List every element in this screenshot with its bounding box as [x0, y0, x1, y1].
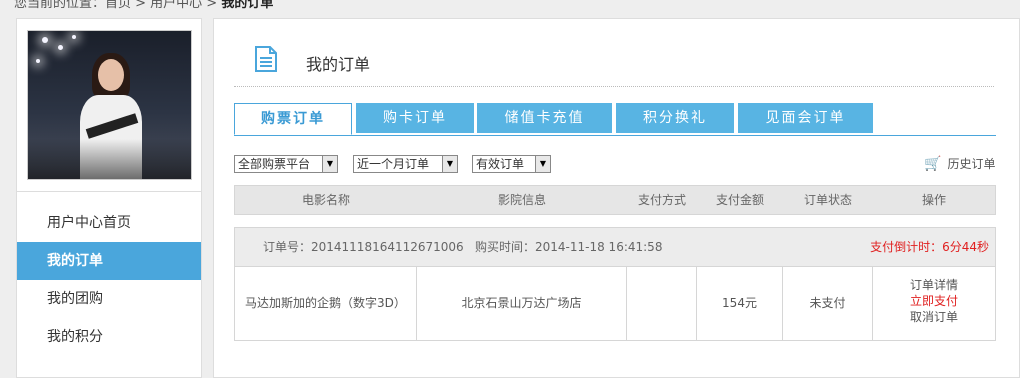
pay-now-link[interactable]: 立即支付 [873, 293, 995, 309]
tab-card-recharge[interactable]: 储值卡充值 [477, 103, 612, 133]
movie-name: 马达加斯加的企鹅（数字3D） [235, 267, 417, 340]
order-tabs: 购票订单 购卡订单 储值卡充值 积分换礼 见面会订单 [234, 103, 996, 136]
order-actions: 订单详情 立即支付 取消订单 [873, 267, 995, 340]
tab-meetup-orders[interactable]: 见面会订单 [738, 103, 873, 133]
avatar[interactable] [27, 30, 192, 180]
tab-points-exchange[interactable]: 积分换礼 [616, 103, 734, 133]
document-icon [255, 46, 277, 72]
payment-countdown: 支付倒计时：6分44秒 [870, 240, 989, 254]
status-select-value: 有效订单 [476, 157, 525, 171]
col-cinema: 影院信息 [497, 193, 546, 207]
sidebar-item-group-buy[interactable]: 我的团购 [17, 280, 201, 318]
dropdown-arrow-icon: ▼ [535, 156, 550, 172]
col-actions: 操作 [921, 193, 946, 207]
tab-card-orders[interactable]: 购卡订单 [356, 103, 474, 133]
order-header: 订单号：20141118164112671006 购买时间：2014-11-18… [234, 227, 996, 267]
range-select[interactable]: 近一个月订单 ▼ [353, 155, 458, 173]
col-status: 订单状态 [803, 193, 852, 207]
cinema-name: 北京石景山万达广场店 [417, 267, 627, 340]
dropdown-arrow-icon: ▼ [322, 156, 337, 172]
breadcrumb-current: 我的订单 [221, 0, 274, 11]
platform-select-value: 全部购票平台 [238, 157, 311, 171]
platform-select[interactable]: 全部购票平台 ▼ [234, 155, 338, 173]
table-row: 马达加斯加的企鹅（数字3D） 北京石景山万达广场店 154元 未支付 订单详情 … [234, 266, 996, 341]
order-number: 订单号：20141118164112671006 [263, 240, 464, 254]
range-select-value: 近一个月订单 [357, 157, 430, 171]
title-divider [234, 86, 994, 87]
cart-icon: 🛒 [924, 156, 942, 172]
col-payment-method: 支付方式 [637, 193, 686, 207]
page-title: 我的订单 [306, 55, 371, 74]
order-time: 购买时间：2014-11-18 16:41:58 [475, 240, 663, 254]
breadcrumb-path[interactable]: 您当前的位置：首页 > 用户中心 > [14, 0, 221, 11]
cancel-order-link[interactable]: 取消订单 [873, 309, 995, 325]
order-status: 未支付 [783, 267, 873, 340]
sidebar-item-my-orders[interactable]: 我的订单 [17, 242, 201, 280]
col-amount: 支付金额 [715, 193, 764, 207]
order-detail-link[interactable]: 订单详情 [873, 277, 995, 293]
sidebar-item-points[interactable]: 我的积分 [17, 318, 201, 356]
orders-table-header: 电影名称 影院信息 支付方式 支付金额 订单状态 操作 [234, 185, 996, 215]
sidebar-item-user-center[interactable]: 用户中心首页 [17, 204, 201, 242]
col-movie: 电影名称 [301, 193, 350, 207]
tab-ticket-orders[interactable]: 购票订单 [234, 103, 352, 135]
sidebar: 用户中心首页 我的订单 我的团购 我的积分 [16, 18, 202, 378]
dropdown-arrow-icon: ▼ [442, 156, 457, 172]
sidebar-menu: 用户中心首页 我的订单 我的团购 我的积分 [17, 191, 201, 356]
order-amount: 154元 [697, 267, 783, 340]
history-orders-link[interactable]: 🛒 历史订单 [924, 155, 995, 172]
status-select[interactable]: 有效订单 ▼ [472, 155, 551, 173]
payment-method [627, 267, 697, 340]
main-panel: 我的订单 购票订单 购卡订单 储值卡充值 积分换礼 见面会订单 全部购票平台 ▼… [213, 18, 1020, 378]
history-orders-label: 历史订单 [947, 157, 996, 171]
breadcrumb: 您当前的位置：首页 > 用户中心 > 我的订单 [14, 0, 273, 11]
